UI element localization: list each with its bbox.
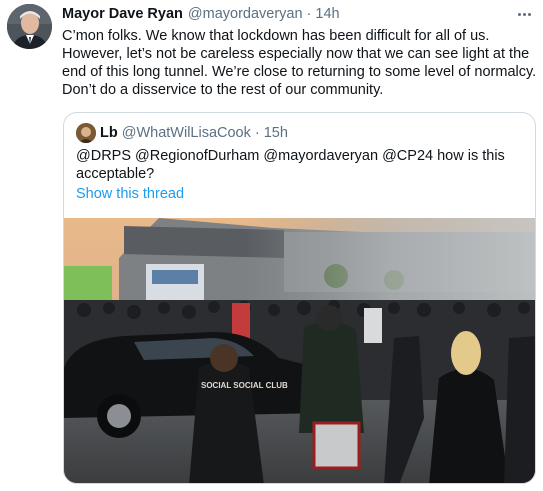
quoted-tweet-text: @DRPS @RegionofDurham @mayordaveryan @CP… — [76, 147, 516, 183]
author-avatar[interactable] — [7, 4, 52, 49]
show-thread-link[interactable]: Show this thread — [76, 186, 184, 202]
quoted-tweet-timestamp: 15h — [263, 125, 288, 141]
header-separator: · — [306, 6, 312, 22]
shirt-print-text: SOCIAL SOCIAL CLUB — [201, 381, 288, 390]
more-horizontal-icon[interactable] — [514, 6, 534, 22]
quoted-text-line: acceptable? — [76, 166, 155, 182]
quoted-text-line: @DRPS @RegionofDurham @mayordaveryan @CP… — [76, 148, 505, 164]
crowd-photo-image: SOCIAL SOCIAL CLUB — [64, 218, 535, 483]
quoted-author-name: Lb — [100, 125, 118, 141]
quoted-tweet-header: Lb @WhatWilLisaCook · 15h — [76, 123, 288, 143]
tweet[interactable]: Mayor Dave Ryan @mayordaveryan · 14h C’m… — [0, 0, 543, 491]
tweet-header: Mayor Dave Ryan @mayordaveryan · 14h — [62, 6, 340, 26]
tweet-timestamp[interactable]: 14h — [315, 6, 339, 22]
tweet-text-line: end of this long tunnel. We’re close to … — [62, 64, 537, 80]
tweet-text: C’mon folks. We know that lockdown has b… — [62, 27, 536, 99]
quoted-tweet[interactable]: Lb @WhatWilLisaCook · 15h @DRPS @Regiono… — [63, 112, 536, 484]
tweet-text-line: C’mon folks. We know that lockdown has b… — [62, 28, 490, 44]
quoted-tweet-photo[interactable]: SOCIAL SOCIAL CLUB — [64, 218, 535, 483]
tweet-text-line: Don’t do a disservice to the rest of our… — [62, 82, 384, 98]
author-name[interactable]: Mayor Dave Ryan — [62, 6, 183, 22]
quoted-author-handle: @WhatWilLisaCook — [121, 125, 251, 141]
tweet-text-line: However, let’s not be careless especiall… — [62, 46, 530, 62]
quoted-header-separator: · — [254, 125, 260, 141]
author-handle[interactable]: @mayordaveryan — [188, 6, 303, 22]
quoted-author-avatar — [76, 123, 96, 143]
